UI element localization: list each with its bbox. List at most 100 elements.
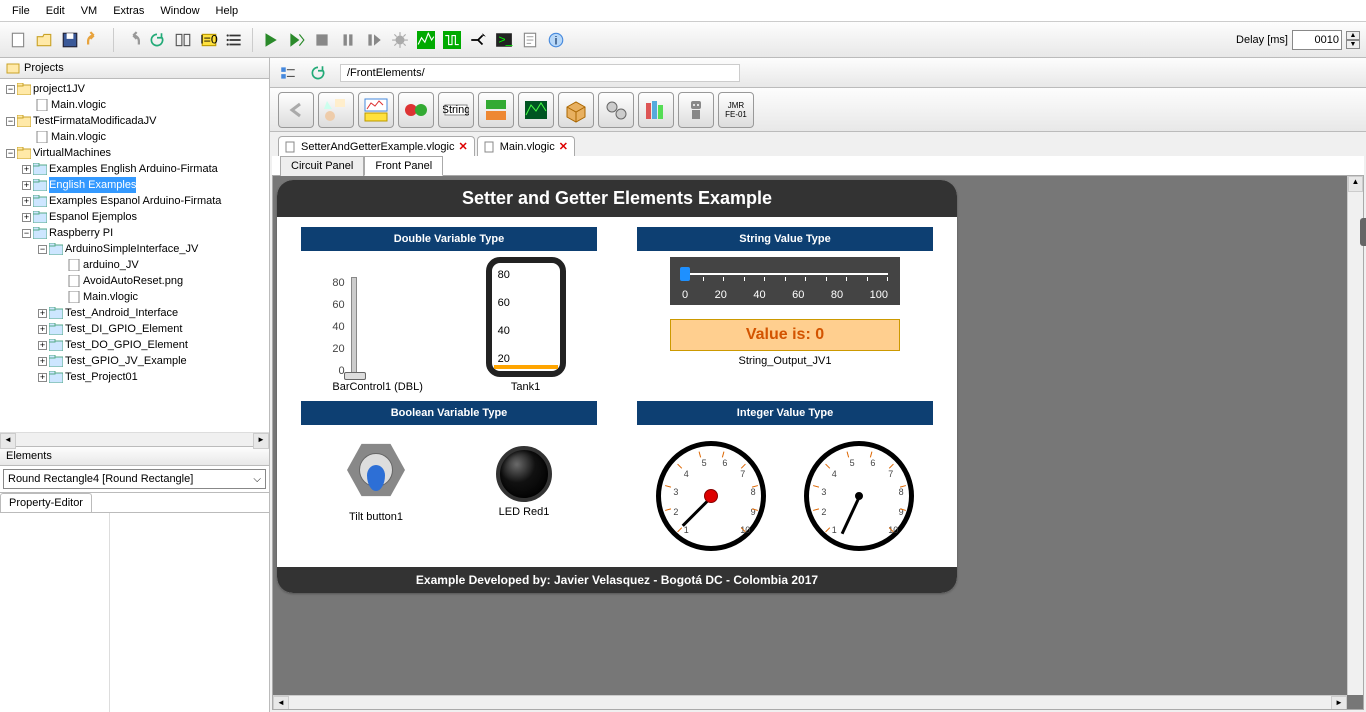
canvas[interactable]: Setter and Getter Elements Example Doubl… (272, 176, 1364, 710)
tree-item[interactable]: −TestFirmataModificadaJV (4, 113, 267, 129)
tree-item[interactable]: +Test_DO_GPIO_Element (36, 337, 267, 353)
tree-item[interactable]: −project1JV (4, 81, 267, 97)
front-panel-design: Setter and Getter Elements Example Doubl… (277, 180, 957, 593)
close-icon[interactable]: ✕ (559, 140, 568, 153)
back-button[interactable] (278, 92, 314, 128)
tree-item[interactable]: +Espanol Ejemplos (20, 209, 267, 225)
tree-item[interactable]: Main.vlogic (20, 129, 267, 145)
new-button[interactable] (6, 28, 30, 52)
expander-icon[interactable]: + (22, 213, 31, 222)
palette-led[interactable] (398, 92, 434, 128)
tree-item[interactable]: −VirtualMachines (4, 145, 267, 161)
bar-control[interactable]: 806040200 (332, 267, 422, 377)
tree-item[interactable]: −ArduinoSimpleInterface_JV (36, 241, 267, 257)
menu-edit[interactable]: Edit (38, 2, 73, 20)
doc-button[interactable] (518, 28, 542, 52)
expander-icon[interactable]: + (22, 197, 31, 206)
close-icon[interactable]: ✕ (458, 140, 467, 153)
palette-jmr[interactable]: JMR FE-01 (718, 92, 754, 128)
expander-icon[interactable]: − (38, 245, 47, 254)
menu-window[interactable]: Window (152, 2, 207, 20)
pause-button[interactable] (336, 28, 360, 52)
gauge-meter: 12345678910 (804, 441, 914, 551)
expander-icon[interactable]: + (22, 181, 31, 190)
gauge-knob[interactable]: 12345678910 (656, 441, 766, 551)
palette-matrix[interactable] (478, 92, 514, 128)
palette-robot[interactable] (678, 92, 714, 128)
save-button[interactable] (58, 28, 82, 52)
file-tab-setter[interactable]: SetterAndGetterExample.vlogic ✕ (278, 136, 475, 156)
main-toolbar: I=0 >_ i Delay [ms] ▲▼ (0, 22, 1366, 58)
stop-button[interactable] (310, 28, 334, 52)
tab-front-panel[interactable]: Front Panel (364, 156, 443, 176)
tree-item[interactable]: Main.vlogic (20, 97, 267, 113)
palette-scope[interactable] (518, 92, 554, 128)
expander-icon[interactable]: − (22, 229, 31, 238)
expander-icon[interactable]: + (38, 373, 47, 382)
palette-gears[interactable] (598, 92, 634, 128)
elements-combo[interactable]: Round Rectangle4 [Round Rectangle] (3, 469, 266, 489)
menubar: File Edit VM Extras Window Help (0, 0, 1366, 22)
tree-item[interactable]: +Test_GPIO_JV_Example (36, 353, 267, 369)
scope1-button[interactable] (414, 28, 438, 52)
step-button[interactable] (362, 28, 386, 52)
tree-item[interactable]: AvoidAutoReset.png (52, 273, 267, 289)
tree-item[interactable]: arduino_JV (52, 257, 267, 273)
menu-extras[interactable]: Extras (105, 2, 152, 20)
delay-spinner[interactable]: ▲▼ (1346, 31, 1360, 49)
project-tree[interactable]: −project1JVMain.vlogic−TestFirmataModifi… (0, 79, 269, 432)
info-button[interactable]: i (544, 28, 568, 52)
tree-item[interactable]: Main.vlogic (52, 289, 267, 305)
variables-button[interactable]: I=0 (197, 28, 221, 52)
tree-item[interactable]: +Test_DI_GPIO_Element (36, 321, 267, 337)
expander-icon[interactable]: + (38, 325, 47, 334)
menu-file[interactable]: File (4, 2, 38, 20)
run-button[interactable] (258, 28, 282, 52)
open-button[interactable] (32, 28, 56, 52)
layout-button[interactable] (171, 28, 195, 52)
expander-icon[interactable]: + (38, 309, 47, 318)
palette-box[interactable] (558, 92, 594, 128)
canvas-hscroll[interactable] (273, 695, 1347, 709)
expander-icon[interactable]: − (6, 117, 15, 126)
tree-hscroll[interactable] (0, 432, 269, 446)
expander-icon[interactable]: + (22, 165, 31, 174)
tree-item[interactable]: +Examples English Arduino-Firmata (20, 161, 267, 177)
tree-item[interactable]: +English Examples (20, 177, 267, 193)
tab-circuit-panel[interactable]: Circuit Panel (280, 156, 364, 176)
property-editor-tab[interactable]: Property-Editor (0, 493, 92, 512)
refresh-button[interactable] (145, 28, 169, 52)
tree-toggle-button[interactable] (276, 61, 300, 85)
expander-icon[interactable]: − (6, 149, 15, 158)
right-column: /FrontElements/ String JMR FE-01 SetterA… (270, 58, 1366, 712)
undo-button[interactable] (84, 28, 108, 52)
palette-shapes[interactable] (318, 92, 354, 128)
string-slider[interactable]: 020406080100 (670, 257, 900, 305)
list-button[interactable] (223, 28, 247, 52)
terminal-button[interactable]: >_ (492, 28, 516, 52)
tree-item[interactable]: +Examples Espanol Arduino-Firmata (20, 193, 267, 209)
tree-item[interactable]: +Test_Android_Interface (36, 305, 267, 321)
file-tab-main[interactable]: Main.vlogic ✕ (477, 136, 575, 156)
tilt-button[interactable] (346, 441, 406, 507)
tree-item[interactable]: −Raspberry PI (20, 225, 267, 241)
expander-icon[interactable]: − (6, 85, 15, 94)
connector-button[interactable] (466, 28, 490, 52)
tree-item[interactable]: +Test_Project01 (36, 369, 267, 385)
scope2-button[interactable] (440, 28, 464, 52)
delay-input[interactable] (1292, 30, 1342, 50)
expander-icon[interactable]: + (38, 341, 47, 350)
right-drawer-handle[interactable] (1360, 218, 1366, 246)
canvas-vscroll[interactable] (1347, 176, 1363, 695)
palette-string[interactable]: String (438, 92, 474, 128)
debug-button[interactable] (388, 28, 412, 52)
run-step-button[interactable] (284, 28, 308, 52)
menu-help[interactable]: Help (208, 2, 247, 20)
palette-chart[interactable] (358, 92, 394, 128)
redo-button[interactable] (119, 28, 143, 52)
palette-books[interactable] (638, 92, 674, 128)
menu-vm[interactable]: VM (73, 2, 106, 20)
breadcrumb[interactable]: /FrontElements/ (340, 64, 740, 82)
reload-button[interactable] (306, 61, 330, 85)
expander-icon[interactable]: + (38, 357, 47, 366)
